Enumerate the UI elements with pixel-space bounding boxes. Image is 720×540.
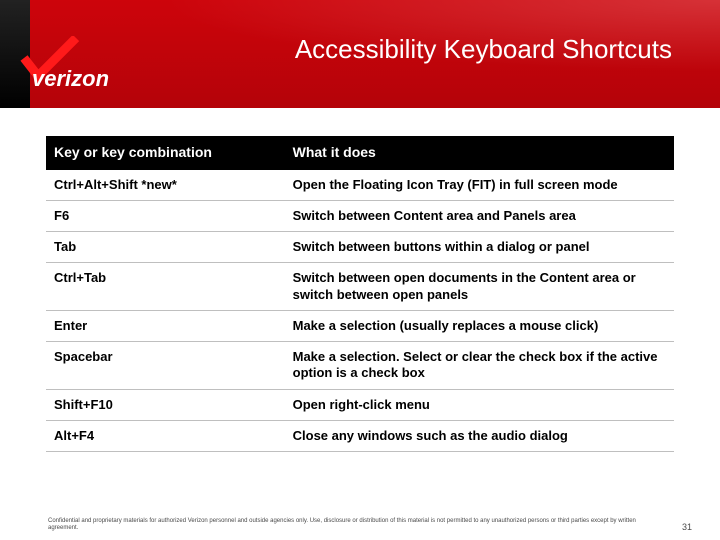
col-header-key: Key or key combination bbox=[46, 136, 285, 170]
table-header-row: Key or key combination What it does bbox=[46, 136, 674, 170]
cell-key: Shift+F10 bbox=[46, 389, 285, 420]
table-row: Tab Switch between buttons within a dial… bbox=[46, 232, 674, 263]
verizon-wordmark: verizon bbox=[32, 66, 109, 90]
cell-key: Ctrl+Alt+Shift *new* bbox=[46, 170, 285, 201]
verizon-logo: verizon bbox=[20, 36, 155, 90]
table-row: Ctrl+Alt+Shift *new* Open the Floating I… bbox=[46, 170, 674, 201]
cell-desc: Make a selection (usually replaces a mou… bbox=[285, 310, 674, 341]
table-row: Alt+F4 Close any windows such as the aud… bbox=[46, 420, 674, 451]
cell-key: Tab bbox=[46, 232, 285, 263]
cell-desc: Switch between Content area and Panels a… bbox=[285, 200, 674, 231]
col-header-desc: What it does bbox=[285, 136, 674, 170]
table-row: Spacebar Make a selection. Select or cle… bbox=[46, 342, 674, 390]
cell-key: F6 bbox=[46, 200, 285, 231]
cell-key: Spacebar bbox=[46, 342, 285, 390]
cell-desc: Make a selection. Select or clear the ch… bbox=[285, 342, 674, 390]
table-row: Enter Make a selection (usually replaces… bbox=[46, 310, 674, 341]
shortcuts-table: Key or key combination What it does Ctrl… bbox=[46, 136, 674, 452]
page-title: Accessibility Keyboard Shortcuts bbox=[295, 34, 672, 65]
footer: Confidential and proprietary materials f… bbox=[0, 518, 720, 540]
cell-desc: Open the Floating Icon Tray (FIT) in ful… bbox=[285, 170, 674, 201]
header: verizon Accessibility Keyboard Shortcuts bbox=[0, 0, 720, 108]
table-row: Shift+F10 Open right-click menu bbox=[46, 389, 674, 420]
cell-key: Alt+F4 bbox=[46, 420, 285, 451]
cell-desc: Close any windows such as the audio dial… bbox=[285, 420, 674, 451]
cell-key: Enter bbox=[46, 310, 285, 341]
page-number: 31 bbox=[682, 522, 692, 532]
cell-desc: Open right-click menu bbox=[285, 389, 674, 420]
shortcuts-table-wrap: Key or key combination What it does Ctrl… bbox=[46, 136, 674, 452]
table-row: Ctrl+Tab Switch between open documents i… bbox=[46, 263, 674, 311]
confidential-text: Confidential and proprietary materials f… bbox=[48, 518, 648, 532]
cell-desc: Switch between open documents in the Con… bbox=[285, 263, 674, 311]
slide: verizon Accessibility Keyboard Shortcuts… bbox=[0, 0, 720, 540]
cell-key: Ctrl+Tab bbox=[46, 263, 285, 311]
cell-desc: Switch between buttons within a dialog o… bbox=[285, 232, 674, 263]
table-row: F6 Switch between Content area and Panel… bbox=[46, 200, 674, 231]
